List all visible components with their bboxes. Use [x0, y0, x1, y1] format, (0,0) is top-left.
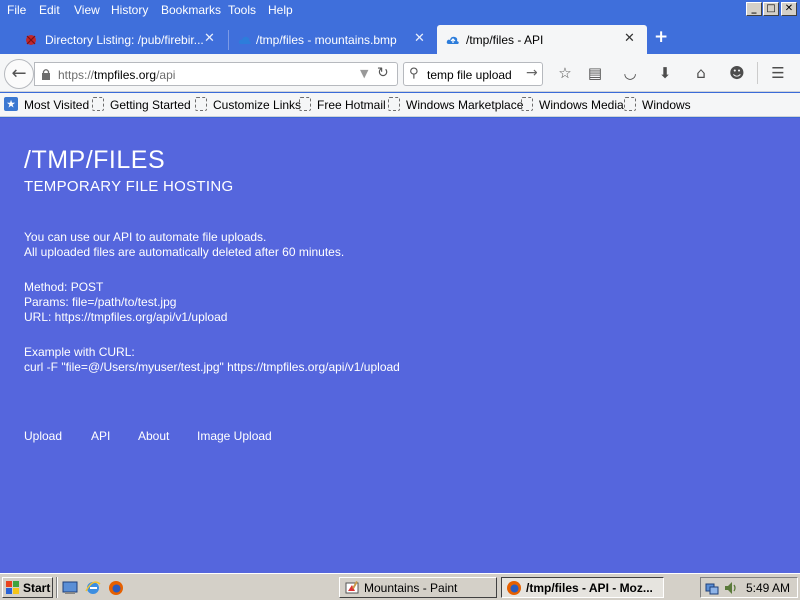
tab-label: /tmp/files - mountains.bmp [256, 33, 397, 47]
tab-mountains[interactable]: /tmp/files - mountains.bmp ✕ [230, 25, 435, 54]
intro-text: All uploaded files are automatically del… [24, 245, 345, 259]
bookmark-star-icon[interactable]: ☆ [554, 64, 576, 82]
reload-icon[interactable]: ↻ [377, 65, 389, 81]
tab-label: /tmp/files - API [466, 33, 544, 47]
browser-chrome: File Edit View History Bookmarks Tools H… [0, 0, 800, 117]
menu-view[interactable]: View [74, 3, 100, 17]
tab-label: Directory Listing: /pub/firebir... [45, 33, 204, 47]
network-icon[interactable] [704, 580, 720, 596]
windows-logo-icon [6, 581, 19, 594]
paint-icon [345, 581, 359, 594]
menu-edit[interactable]: Edit [39, 3, 60, 17]
bookmark-windows[interactable]: Windows [642, 98, 691, 112]
page-subtitle: TEMPORARY FILE HOSTING [24, 178, 234, 195]
system-tray: 5:49 AM [700, 577, 798, 598]
home-icon[interactable]: ⌂ [690, 64, 712, 82]
close-icon[interactable]: ✕ [414, 31, 425, 46]
lock-icon [42, 69, 50, 80]
search-input[interactable]: temp file upload [427, 68, 512, 82]
back-arrow-icon: ← [11, 63, 27, 84]
menu-history[interactable]: History [111, 3, 148, 17]
bookmark-folder-icon [624, 97, 636, 111]
search-go-icon[interactable]: → [526, 65, 538, 81]
cloud-icon [446, 36, 459, 44]
tab-strip: Directory Listing: /pub/firebir... ✕ /tm… [0, 20, 800, 54]
bookmark-free-hotmail[interactable]: Free Hotmail [317, 98, 386, 112]
chevron-down-icon[interactable]: ▼ [360, 67, 368, 80]
restore-button[interactable]: □ [763, 2, 779, 16]
firebird-icon [26, 35, 36, 45]
close-icon[interactable]: ✕ [624, 31, 635, 46]
task-label: /tmp/files - API - Moz... [526, 581, 653, 595]
bookmark-folder-icon [299, 97, 311, 111]
pocket-icon[interactable]: ◡ [619, 64, 641, 82]
download-icon[interactable]: ⬇ [654, 64, 676, 82]
bookmark-windows-media[interactable]: Windows Media [539, 98, 624, 112]
bookmark-customize-links[interactable]: Customize Links [213, 98, 301, 112]
footer-link-api[interactable]: API [91, 429, 110, 443]
footer-link-about[interactable]: About [138, 429, 169, 443]
tab-directory-listing[interactable]: Directory Listing: /pub/firebir... ✕ [16, 25, 226, 54]
quicklaunch-separator [56, 577, 58, 598]
taskbar: Start Mountains - Paint /tmp/files - API… [0, 573, 800, 600]
search-icon: ⚲ [409, 66, 419, 81]
bookmark-folder-icon [195, 97, 207, 111]
example-command: curl -F "file=@/Users/myuser/test.jpg" h… [24, 360, 400, 374]
tab-api[interactable]: /tmp/files - API ✕ [437, 25, 647, 54]
toolbar-separator [757, 62, 758, 84]
bookmark-getting-started[interactable]: Getting Started [110, 98, 191, 112]
show-desktop-icon[interactable] [62, 580, 78, 596]
url-text: URL: https://tmpfiles.org/api/v1/upload [24, 310, 228, 324]
new-tab-button[interactable]: + [654, 27, 668, 47]
url-bar[interactable]: https://tmpfiles.org/api ▼ ↻ [34, 62, 398, 86]
tab-separator [228, 30, 229, 50]
footer-link-upload[interactable]: Upload [24, 429, 62, 443]
clock[interactable]: 5:49 AM [746, 581, 790, 595]
footer-link-image-upload[interactable]: Image Upload [197, 429, 272, 443]
bookmark-folder-icon [521, 97, 533, 111]
bookmark-folder-icon [92, 97, 104, 111]
start-label: Start [23, 581, 51, 595]
menu-bookmarks[interactable]: Bookmarks [161, 3, 221, 17]
example-heading: Example with CURL: [24, 345, 135, 359]
cloud-icon [238, 36, 251, 44]
page-title: /TMP/FILES [24, 146, 166, 174]
url-text: https://tmpfiles.org/api [58, 68, 176, 82]
volume-icon[interactable] [723, 580, 739, 596]
params-text: Params: file=/path/to/test.jpg [24, 295, 177, 309]
search-bar[interactable]: ⚲ temp file upload → [403, 62, 543, 86]
close-icon[interactable]: ✕ [204, 31, 215, 46]
hamburger-menu-icon[interactable]: ☰ [767, 64, 789, 82]
internet-explorer-icon[interactable] [85, 580, 101, 596]
menu-help[interactable]: Help [268, 3, 293, 17]
hello-icon[interactable]: ☻ [726, 64, 748, 82]
minimize-button[interactable]: _ [746, 2, 762, 16]
reading-list-icon[interactable]: ▤ [584, 64, 606, 82]
nav-bar: https://tmpfiles.org/api ▼ ↻ ← ⚲ temp fi… [0, 54, 800, 92]
menu-file[interactable]: File [7, 3, 26, 17]
bookmark-most-visited[interactable]: Most Visited [24, 98, 89, 112]
bookmark-windows-marketplace[interactable]: Windows Marketplace [406, 98, 523, 112]
intro-text: You can use our API to automate file upl… [24, 230, 267, 244]
start-button[interactable]: Start [2, 577, 53, 598]
firefox-icon [507, 581, 521, 595]
page-content: /TMP/FILES TEMPORARY FILE HOSTING You ca… [0, 118, 800, 573]
most-visited-icon: ★ [4, 97, 18, 111]
menu-tools[interactable]: Tools [228, 3, 256, 17]
method-text: Method: POST [24, 280, 104, 294]
task-firefox[interactable]: /tmp/files - API - Moz... [501, 577, 664, 598]
close-window-button[interactable]: ✕ [781, 2, 797, 16]
task-label: Mountains - Paint [364, 581, 458, 595]
back-button[interactable]: ← [4, 59, 34, 89]
bookmark-folder-icon [388, 97, 400, 111]
menu-bar: File Edit View History Bookmarks Tools H… [0, 0, 800, 20]
bookmarks-bar: ★ Most Visited Getting Started Customize… [0, 93, 800, 117]
task-paint[interactable]: Mountains - Paint [339, 577, 497, 598]
firefox-icon[interactable] [108, 580, 124, 596]
